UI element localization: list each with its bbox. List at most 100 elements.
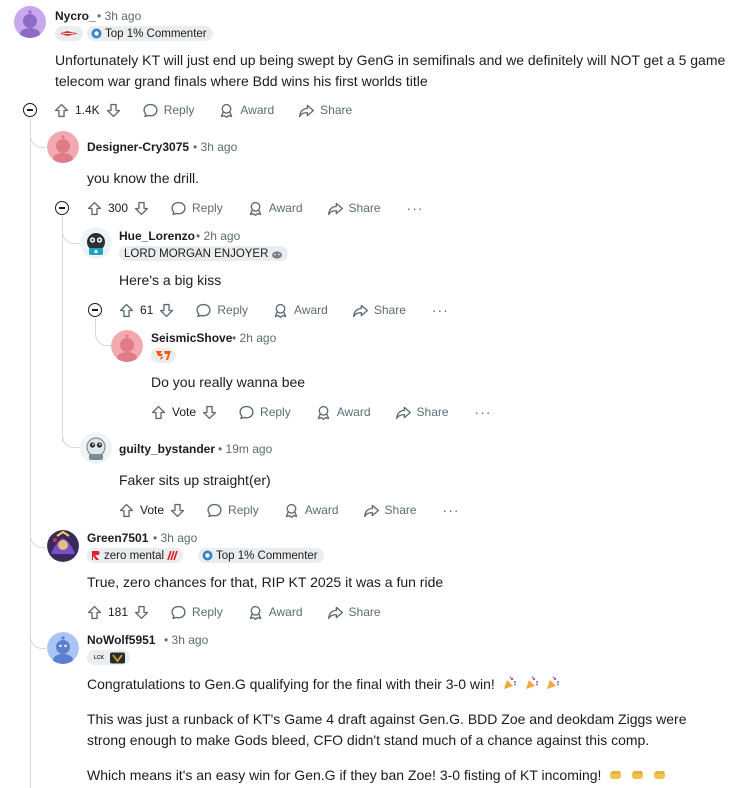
comment-paragraph: This was just a runback of KT's Game 4 d… xyxy=(87,711,687,748)
share-button[interactable]: Share xyxy=(352,302,406,319)
award-button[interactable]: Award xyxy=(247,604,303,621)
avatar[interactable] xyxy=(47,632,79,664)
downvote-icon[interactable] xyxy=(158,302,175,319)
award-icon xyxy=(221,103,233,118)
vote-controls: 300 xyxy=(86,200,150,217)
reply-icon xyxy=(207,503,222,517)
reply-button[interactable]: Reply xyxy=(195,302,248,319)
username[interactable]: NoWolf5951 xyxy=(87,633,155,647)
comment-actions: 181 Reply Award Share xyxy=(86,600,381,624)
thread-line-root xyxy=(30,118,31,788)
avatar[interactable] xyxy=(80,227,112,259)
fnatic-logo-icon xyxy=(156,351,171,360)
timestamp: • 19m ago xyxy=(218,442,273,456)
award-icon xyxy=(249,605,261,620)
more-options-button[interactable]: ··· xyxy=(443,502,460,518)
user-flair-logo: LCK xyxy=(87,650,130,665)
more-options-button[interactable]: ··· xyxy=(407,200,424,216)
username[interactable]: Hue_Lorenzo xyxy=(119,229,195,243)
vote-count: 300 xyxy=(108,201,129,215)
award-button[interactable]: Award xyxy=(247,200,303,217)
vote-controls: 181 xyxy=(86,604,150,621)
award-button[interactable]: Award xyxy=(272,302,328,319)
downvote-icon[interactable] xyxy=(105,102,122,119)
comment-actions: 61 Reply Award Share ··· xyxy=(118,298,449,322)
downvote-icon[interactable] xyxy=(133,604,150,621)
reply-button[interactable]: Reply xyxy=(206,502,259,519)
username[interactable]: SeismicShove xyxy=(151,331,232,345)
party-popper-icon xyxy=(547,676,560,689)
vote-label: Vote xyxy=(172,405,197,419)
reply-button[interactable]: Reply xyxy=(170,604,223,621)
vote-controls: 1.4K xyxy=(53,102,122,119)
downvote-icon[interactable] xyxy=(201,404,218,421)
top-commenter-icon xyxy=(202,550,213,561)
share-button[interactable]: Share xyxy=(395,404,449,421)
username[interactable]: Nycro_ xyxy=(55,9,96,23)
upvote-icon[interactable] xyxy=(118,502,135,519)
timestamp: • 3h ago xyxy=(164,633,209,647)
comment-actions: 300 Reply Award Share ··· xyxy=(86,196,424,220)
vote-controls: Vote xyxy=(118,502,186,519)
fist-emoji-icon xyxy=(654,771,666,779)
share-icon xyxy=(299,104,315,117)
reply-button[interactable]: Reply xyxy=(142,102,194,119)
reply-button[interactable]: Reply xyxy=(170,200,223,217)
award-button[interactable]: Award xyxy=(218,102,274,119)
username[interactable]: Designer-Cry3075 xyxy=(87,140,189,154)
award-button[interactable]: Award xyxy=(283,502,339,519)
comment-body: you know the drill. xyxy=(87,170,200,186)
downvote-icon[interactable] xyxy=(133,200,150,217)
share-icon xyxy=(395,406,411,419)
more-options-button[interactable]: ··· xyxy=(432,302,449,318)
reply-icon xyxy=(196,303,211,317)
upvote-icon[interactable] xyxy=(86,200,103,217)
team-logo-icon xyxy=(110,652,125,663)
award-icon xyxy=(249,201,261,216)
downvote-icon[interactable] xyxy=(169,502,186,519)
avatar[interactable] xyxy=(80,432,112,464)
vote-count: 61 xyxy=(140,303,154,317)
username[interactable]: guilty_bystander xyxy=(119,442,215,456)
vote-controls: Vote xyxy=(150,404,218,421)
upvote-icon[interactable] xyxy=(86,604,103,621)
upvote-icon[interactable] xyxy=(150,404,167,421)
top-commenter-badge: Top 1% Commenter xyxy=(87,26,213,41)
thread-curve-nowolf xyxy=(30,620,46,649)
collapse-thread-button[interactable] xyxy=(55,201,69,215)
user-flair: LORD MORGAN ENJOYER xyxy=(119,246,289,261)
collapse-thread-button[interactable] xyxy=(88,303,102,317)
avatar[interactable] xyxy=(47,131,79,163)
comment-body: Unfortunately KT will just end up being … xyxy=(55,52,726,89)
avatar[interactable] xyxy=(47,530,79,562)
comment-actions: 1.4K Reply Award Share xyxy=(53,98,352,122)
reply-icon xyxy=(171,201,186,215)
upvote-icon[interactable] xyxy=(118,302,135,319)
timestamp: • 3h ago xyxy=(153,531,198,545)
share-button[interactable]: Share xyxy=(327,200,381,217)
share-button[interactable]: Share xyxy=(298,102,352,119)
timestamp: • 3h ago xyxy=(97,9,142,23)
party-popper-icon xyxy=(503,676,516,689)
thread-curve-designer xyxy=(30,118,46,148)
user-flair-logo xyxy=(151,348,176,363)
user-flair-logo xyxy=(55,26,83,41)
comment-paragraph: Which means it's an easy win for Gen.G i… xyxy=(87,765,727,786)
comment-actions: Vote Reply Award Share ··· xyxy=(150,400,492,424)
share-button[interactable]: Share xyxy=(363,502,417,519)
more-options-button[interactable]: ··· xyxy=(475,404,492,420)
share-icon xyxy=(327,606,343,619)
user-flair: zero mental xyxy=(87,548,184,563)
reply-button[interactable]: Reply xyxy=(238,404,291,421)
upvote-icon[interactable] xyxy=(53,102,70,119)
avatar[interactable] xyxy=(14,6,46,38)
vote-count: 1.4K xyxy=(75,103,100,117)
award-button[interactable]: Award xyxy=(315,404,371,421)
share-button[interactable]: Share xyxy=(327,604,381,621)
username[interactable]: Green7501 xyxy=(87,531,148,545)
timestamp: • 2h ago xyxy=(196,229,241,243)
collapse-thread-button[interactable] xyxy=(23,103,37,117)
avatar[interactable] xyxy=(111,330,143,362)
top-commenter-icon xyxy=(91,28,102,39)
reply-icon xyxy=(239,405,254,419)
